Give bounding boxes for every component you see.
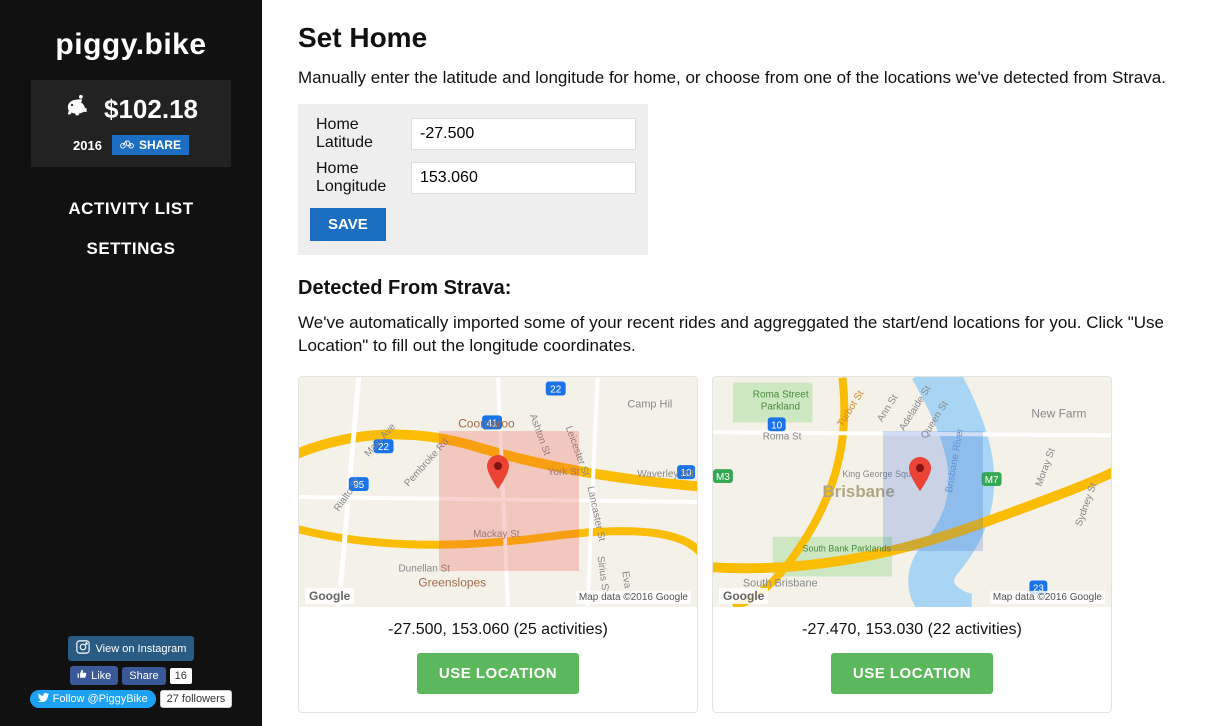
balance-year: 2016 (73, 138, 102, 153)
svg-text:Roma St: Roma St (763, 431, 802, 442)
instagram-icon (76, 640, 90, 657)
page-title: Set Home (298, 22, 1223, 54)
twitter-icon (38, 693, 49, 705)
page-instruction: Manually enter the latitude and longitud… (298, 68, 1223, 88)
google-logo: Google (719, 588, 768, 604)
svg-text:10: 10 (771, 420, 783, 431)
nav-activity-list[interactable]: ACTIVITY LIST (10, 189, 252, 229)
location-cards: 95 22 41 22 10 Coorparoo Greenslopes Cam… (298, 376, 1223, 713)
location-map[interactable]: 95 22 41 22 10 Coorparoo Greenslopes Cam… (299, 377, 697, 607)
location-coords: -27.470, 153.030 (22 activities) (723, 621, 1101, 639)
svg-text:22: 22 (550, 384, 562, 395)
map-highlight (883, 431, 983, 551)
latitude-input[interactable] (411, 118, 636, 150)
svg-text:Camp Hil: Camp Hil (627, 398, 672, 410)
svg-text:M3: M3 (716, 472, 730, 483)
svg-text:Parkland: Parkland (761, 401, 800, 412)
nav-settings[interactable]: SETTINGS (10, 229, 252, 269)
balance-card: $102.18 2016 SHARE (31, 80, 231, 167)
instagram-button[interactable]: View on Instagram (68, 636, 195, 661)
map-attribution: Map data ©2016 Google (576, 591, 691, 604)
location-coords: -27.500, 153.060 (25 activities) (309, 621, 687, 639)
brand-logo[interactable]: piggy.bike (55, 28, 206, 62)
thumbs-up-icon (77, 669, 87, 682)
social-buttons: View on Instagram Like Share 16 Follow (0, 636, 262, 708)
detected-description: We've automatically imported some of you… (298, 312, 1223, 358)
home-form: Home Latitude Home Longitude SAVE (298, 104, 648, 255)
twitter-follow-label: Follow @PiggyBike (53, 693, 148, 705)
map-pin-icon (909, 457, 931, 491)
instagram-label: View on Instagram (96, 643, 187, 655)
svg-text:Waverley Rd: Waverley Rd (637, 469, 694, 480)
svg-text:Roma Street: Roma Street (753, 389, 809, 400)
svg-text:Greenslopes: Greenslopes (418, 575, 486, 589)
facebook-share-button[interactable]: Share (122, 667, 165, 685)
facebook-count: 16 (170, 668, 192, 684)
facebook-like-label: Like (91, 670, 111, 682)
piggy-icon (64, 94, 94, 125)
main-content: Set Home Manually enter the latitude and… (262, 0, 1223, 726)
map-pin-icon (487, 455, 509, 489)
balance-amount: $102.18 (104, 94, 198, 125)
longitude-label: Home Longitude (310, 160, 411, 196)
svg-text:South Bank Parklands: South Bank Parklands (803, 544, 892, 554)
twitter-follow-button[interactable]: Follow @PiggyBike (30, 690, 156, 708)
sidebar-nav: ACTIVITY LIST SETTINGS (10, 189, 252, 269)
use-location-button[interactable]: USE LOCATION (417, 653, 579, 694)
location-card: 95 22 41 22 10 Coorparoo Greenslopes Cam… (298, 376, 698, 713)
twitter-followers: 27 followers (160, 690, 233, 708)
use-location-button[interactable]: USE LOCATION (831, 653, 993, 694)
map-highlight (439, 431, 579, 571)
svg-text:New Farm: New Farm (1031, 406, 1086, 420)
svg-text:Coorparoo: Coorparoo (458, 416, 515, 430)
bike-icon (120, 138, 134, 152)
share-button[interactable]: SHARE (112, 135, 189, 155)
save-button[interactable]: SAVE (310, 208, 386, 241)
google-logo: Google (305, 588, 354, 604)
map-attribution: Map data ©2016 Google (990, 591, 1105, 604)
share-label: SHARE (139, 138, 181, 152)
latitude-label: Home Latitude (310, 116, 411, 152)
location-card: Brisbane Roma Street Parkland Roma St Tu… (712, 376, 1112, 713)
detected-title: Detected From Strava: (298, 277, 1223, 300)
location-map[interactable]: Brisbane Roma Street Parkland Roma St Tu… (713, 377, 1111, 607)
facebook-like-button[interactable]: Like (70, 666, 118, 685)
longitude-input[interactable] (411, 162, 636, 194)
sidebar: piggy.bike $102.18 2016 SHARE ACTIVITY L… (0, 0, 262, 726)
svg-text:M7: M7 (985, 475, 999, 486)
